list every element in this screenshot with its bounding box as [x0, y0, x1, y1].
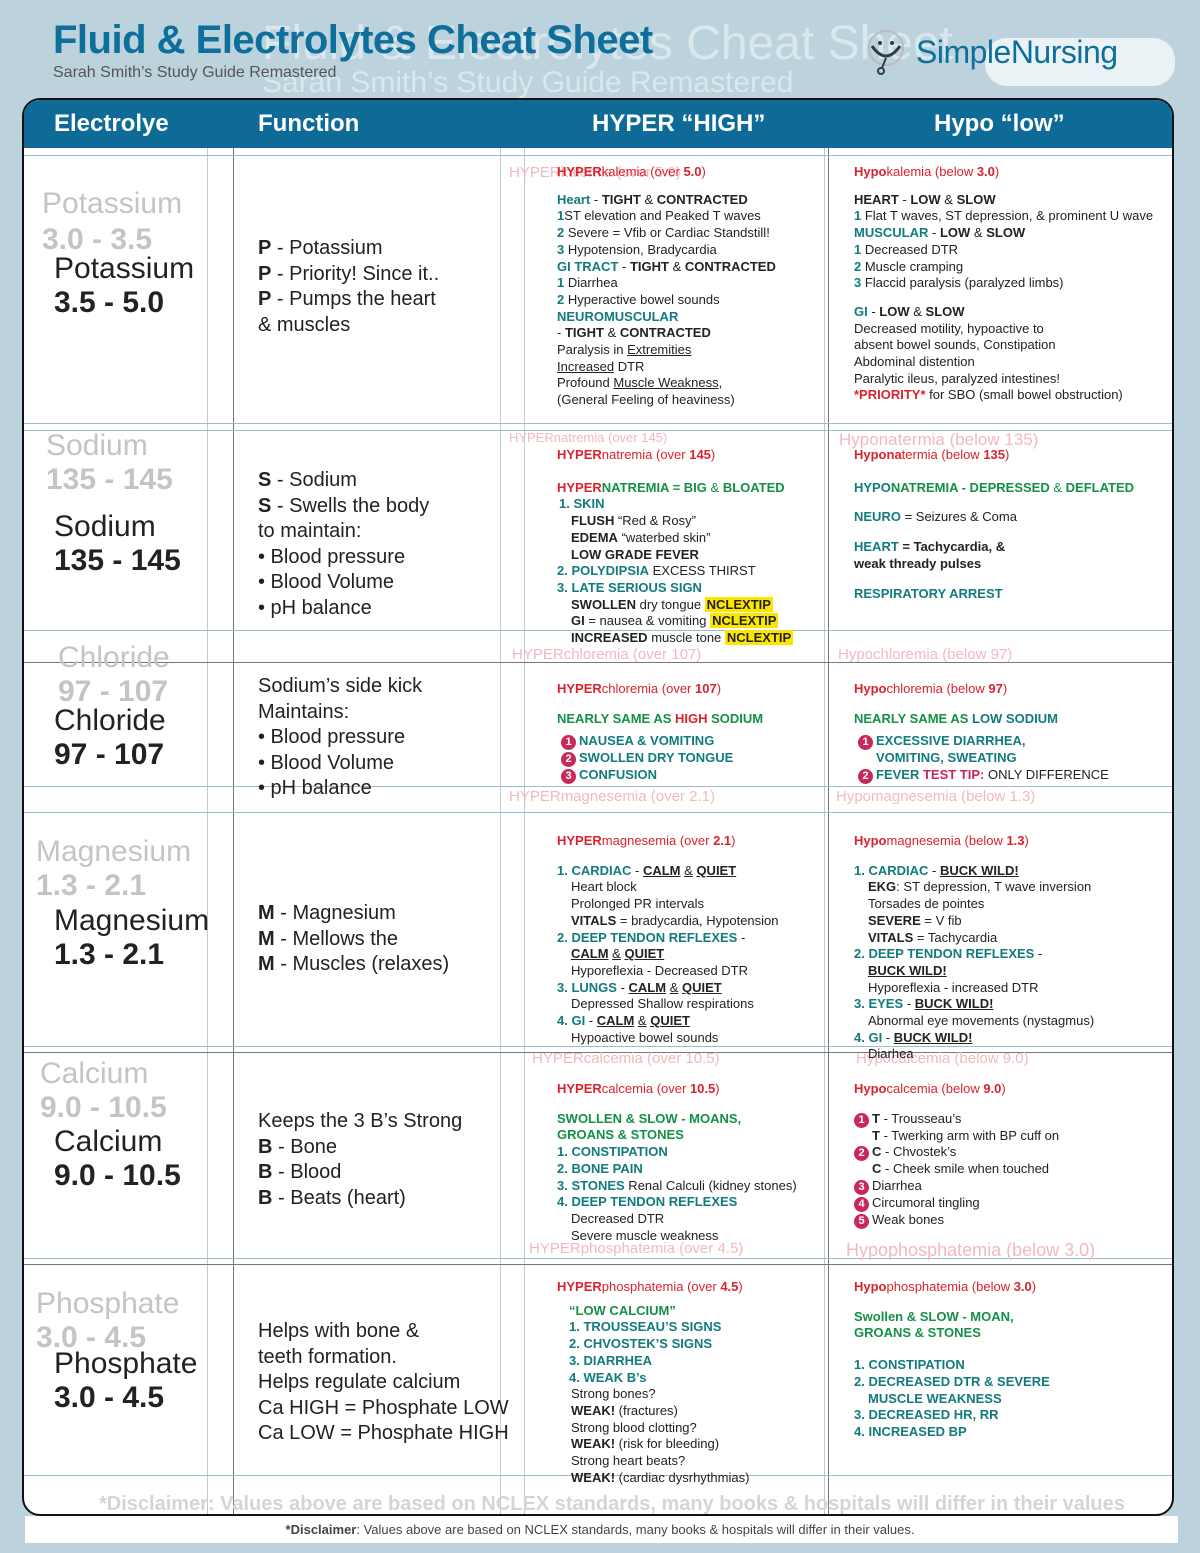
- ghost-text: Magnesium: [36, 835, 192, 868]
- hypernatremia-details: HYPERnatremia (over 145) HYPERNATREMIA =…: [557, 447, 794, 646]
- header-hyper: HYPER “HIGH”: [592, 110, 766, 137]
- nclex-tip-badge: NCLEXTIP: [724, 630, 794, 646]
- header-function: Function: [258, 110, 360, 137]
- electrolyte-calcium: Calcium 9.0 - 10.5: [54, 1125, 181, 1193]
- subtitle-ghost: Sarah Smith’s Study Guide Remastered: [262, 66, 794, 99]
- electrolyte-name: Magnesium: [54, 904, 210, 937]
- hypomagnesemia-details: Hypomagnesemia (below 1.3) 1. CARDIAC - …: [854, 833, 1095, 1062]
- electrolyte-name: Phosphate: [54, 1347, 198, 1380]
- electrolyte-range: 97 - 107: [54, 738, 165, 771]
- ghost-text: 135 - 145: [46, 463, 173, 496]
- grid-line: [24, 155, 1172, 156]
- function-sodium: S - Sodium S - Swells the body to mainta…: [258, 469, 430, 619]
- hypocalcemia-details: Hypocalcemia (below 9.0) 1T - Trousseau’…: [854, 1081, 1060, 1230]
- grid-line: [824, 148, 825, 1514]
- hyperchloremia-details: HYPERchloremia (over 107) NEARLY SAME AS…: [557, 681, 764, 785]
- header-hypo: Hypo “low”: [934, 110, 1065, 137]
- grid-line: [233, 148, 234, 1514]
- ghost-text: Sodium: [46, 429, 148, 462]
- electrolyte-chloride: Chloride 97 - 107: [54, 704, 166, 772]
- function-phosphate: Helps with bone & teeth formation. Helps…: [258, 1320, 509, 1444]
- electrolyte-range: 9.0 - 10.5: [54, 1159, 181, 1192]
- hypokalemia-details: Hypokalemia (below 3.0) HEART - LOW & SL…: [854, 164, 1154, 403]
- header-electrolyte: Electrolye: [54, 110, 169, 137]
- hyperkalemia-title: HYPERkalemia (over 5.0): [557, 164, 706, 179]
- ghost-text: HYPERnatremia (over 145): [509, 430, 668, 445]
- ghost-text: Hypomagnesemia (below 1.3): [836, 788, 1036, 805]
- hyperphosphatemia-details: HYPERphosphatemia (over 4.5) “LOW CALCIU…: [557, 1279, 750, 1485]
- ghost-text: Phosphate: [36, 1287, 180, 1320]
- ghost-text: HYPERcalcemia (over 10.5): [532, 1050, 720, 1067]
- hypochloremia-details: Hypochloremia (below 97) NEARLY SAME AS …: [854, 681, 1109, 785]
- hypophosphatemia-details: Hypophosphatemia (below 3.0) Swollen & S…: [854, 1279, 1050, 1439]
- ghost-text: HYPERchloremia (over 107): [512, 646, 702, 663]
- ghost-text: Chloride: [58, 641, 170, 674]
- electrolyte-name: Sodium: [54, 510, 156, 543]
- stethoscope-smile-icon: [868, 30, 904, 75]
- brand-logo: SimpleNursing: [862, 28, 1118, 76]
- function-potassium: P - Potassium P - Priority! Since it.. P…: [258, 237, 440, 336]
- nclex-tip-badge: NCLEXTIP: [704, 596, 773, 612]
- table-header: Electrolye Function HYPER “HIGH” Hypo “l…: [24, 100, 1172, 148]
- grid-line: [500, 148, 501, 1514]
- page-title: Fluid & Electrolytes Cheat Sheet: [53, 18, 653, 62]
- electrolyte-range: 135 - 145: [54, 544, 181, 577]
- cheat-sheet-table: Electrolye Function HYPER “HIGH” Hypo “l…: [22, 98, 1174, 1516]
- ghost-text: HYPERmagnesemia (over 2.1): [509, 788, 715, 805]
- electrolyte-phosphate: Phosphate 3.0 - 4.5: [54, 1347, 197, 1415]
- electrolyte-range: 3.5 - 5.0: [54, 286, 165, 319]
- ghost-text: Hypochloremia (below 97): [838, 646, 1013, 663]
- grid-line: [24, 1264, 1172, 1265]
- ghost-text: 9.0 - 10.5: [40, 1091, 167, 1124]
- hyponatremia-details: Hyponatermia (below 135) HYPONATREMIA - …: [854, 447, 1135, 601]
- ghost-text: Calcium: [40, 1057, 149, 1090]
- electrolyte-name: Chloride: [54, 704, 166, 737]
- hypermagnesemia-details: HYPERmagnesemia (over 2.1) 1. CARDIAC - …: [557, 833, 779, 1045]
- hypercalcemia-details: HYPERcalcemia (over 10.5) SWOLLEN & SLOW…: [557, 1081, 797, 1243]
- electrolyte-range: 3.0 - 4.5: [54, 1381, 165, 1414]
- page-subtitle: Sarah Smith’s Study Guide Remastered: [53, 64, 337, 81]
- ghost-text: Potassium: [42, 187, 183, 220]
- brand-name: SimpleNursing: [916, 33, 1118, 70]
- function-magnesium: M - Magnesium M - Mellows the M - Muscle…: [258, 902, 450, 975]
- grid-line: [207, 148, 208, 1514]
- grid-line: [828, 148, 829, 1514]
- function-chloride: Sodium’s side kick Maintains: • Blood pr…: [258, 675, 423, 799]
- grid-line: [24, 423, 1172, 424]
- grid-line: [24, 786, 1172, 787]
- grid-line: [24, 812, 1172, 813]
- electrolyte-potassium: Potassium 3.5 - 5.0: [54, 252, 194, 320]
- ghost-text: Hypophosphatemia (below 3.0): [846, 1240, 1096, 1260]
- ghost-text: 1.3 - 2.1: [36, 869, 147, 902]
- grid-line: [524, 148, 525, 1514]
- electrolyte-name: Calcium: [54, 1125, 163, 1158]
- electrolyte-range: 1.3 - 2.1: [54, 938, 165, 971]
- nclex-tip-badge: NCLEXTIP: [710, 613, 779, 629]
- function-calcium: Keeps the 3 B’s Strong B - Bone B - Bloo…: [258, 1110, 463, 1209]
- electrolyte-sodium: Sodium 135 - 145: [54, 510, 181, 578]
- electrolyte-name: Potassium: [54, 252, 195, 285]
- electrolyte-magnesium: Magnesium 1.3 - 2.1: [54, 904, 209, 972]
- disclaimer: *Disclaimer: Values above are based on N…: [285, 1522, 915, 1537]
- disclaimer-ghost: *Disclaimer: Values above are based on N…: [99, 1493, 1125, 1515]
- hyperkalemia-details: HYPERkalemia (over 5.0) Heart - TIGHT & …: [557, 164, 776, 408]
